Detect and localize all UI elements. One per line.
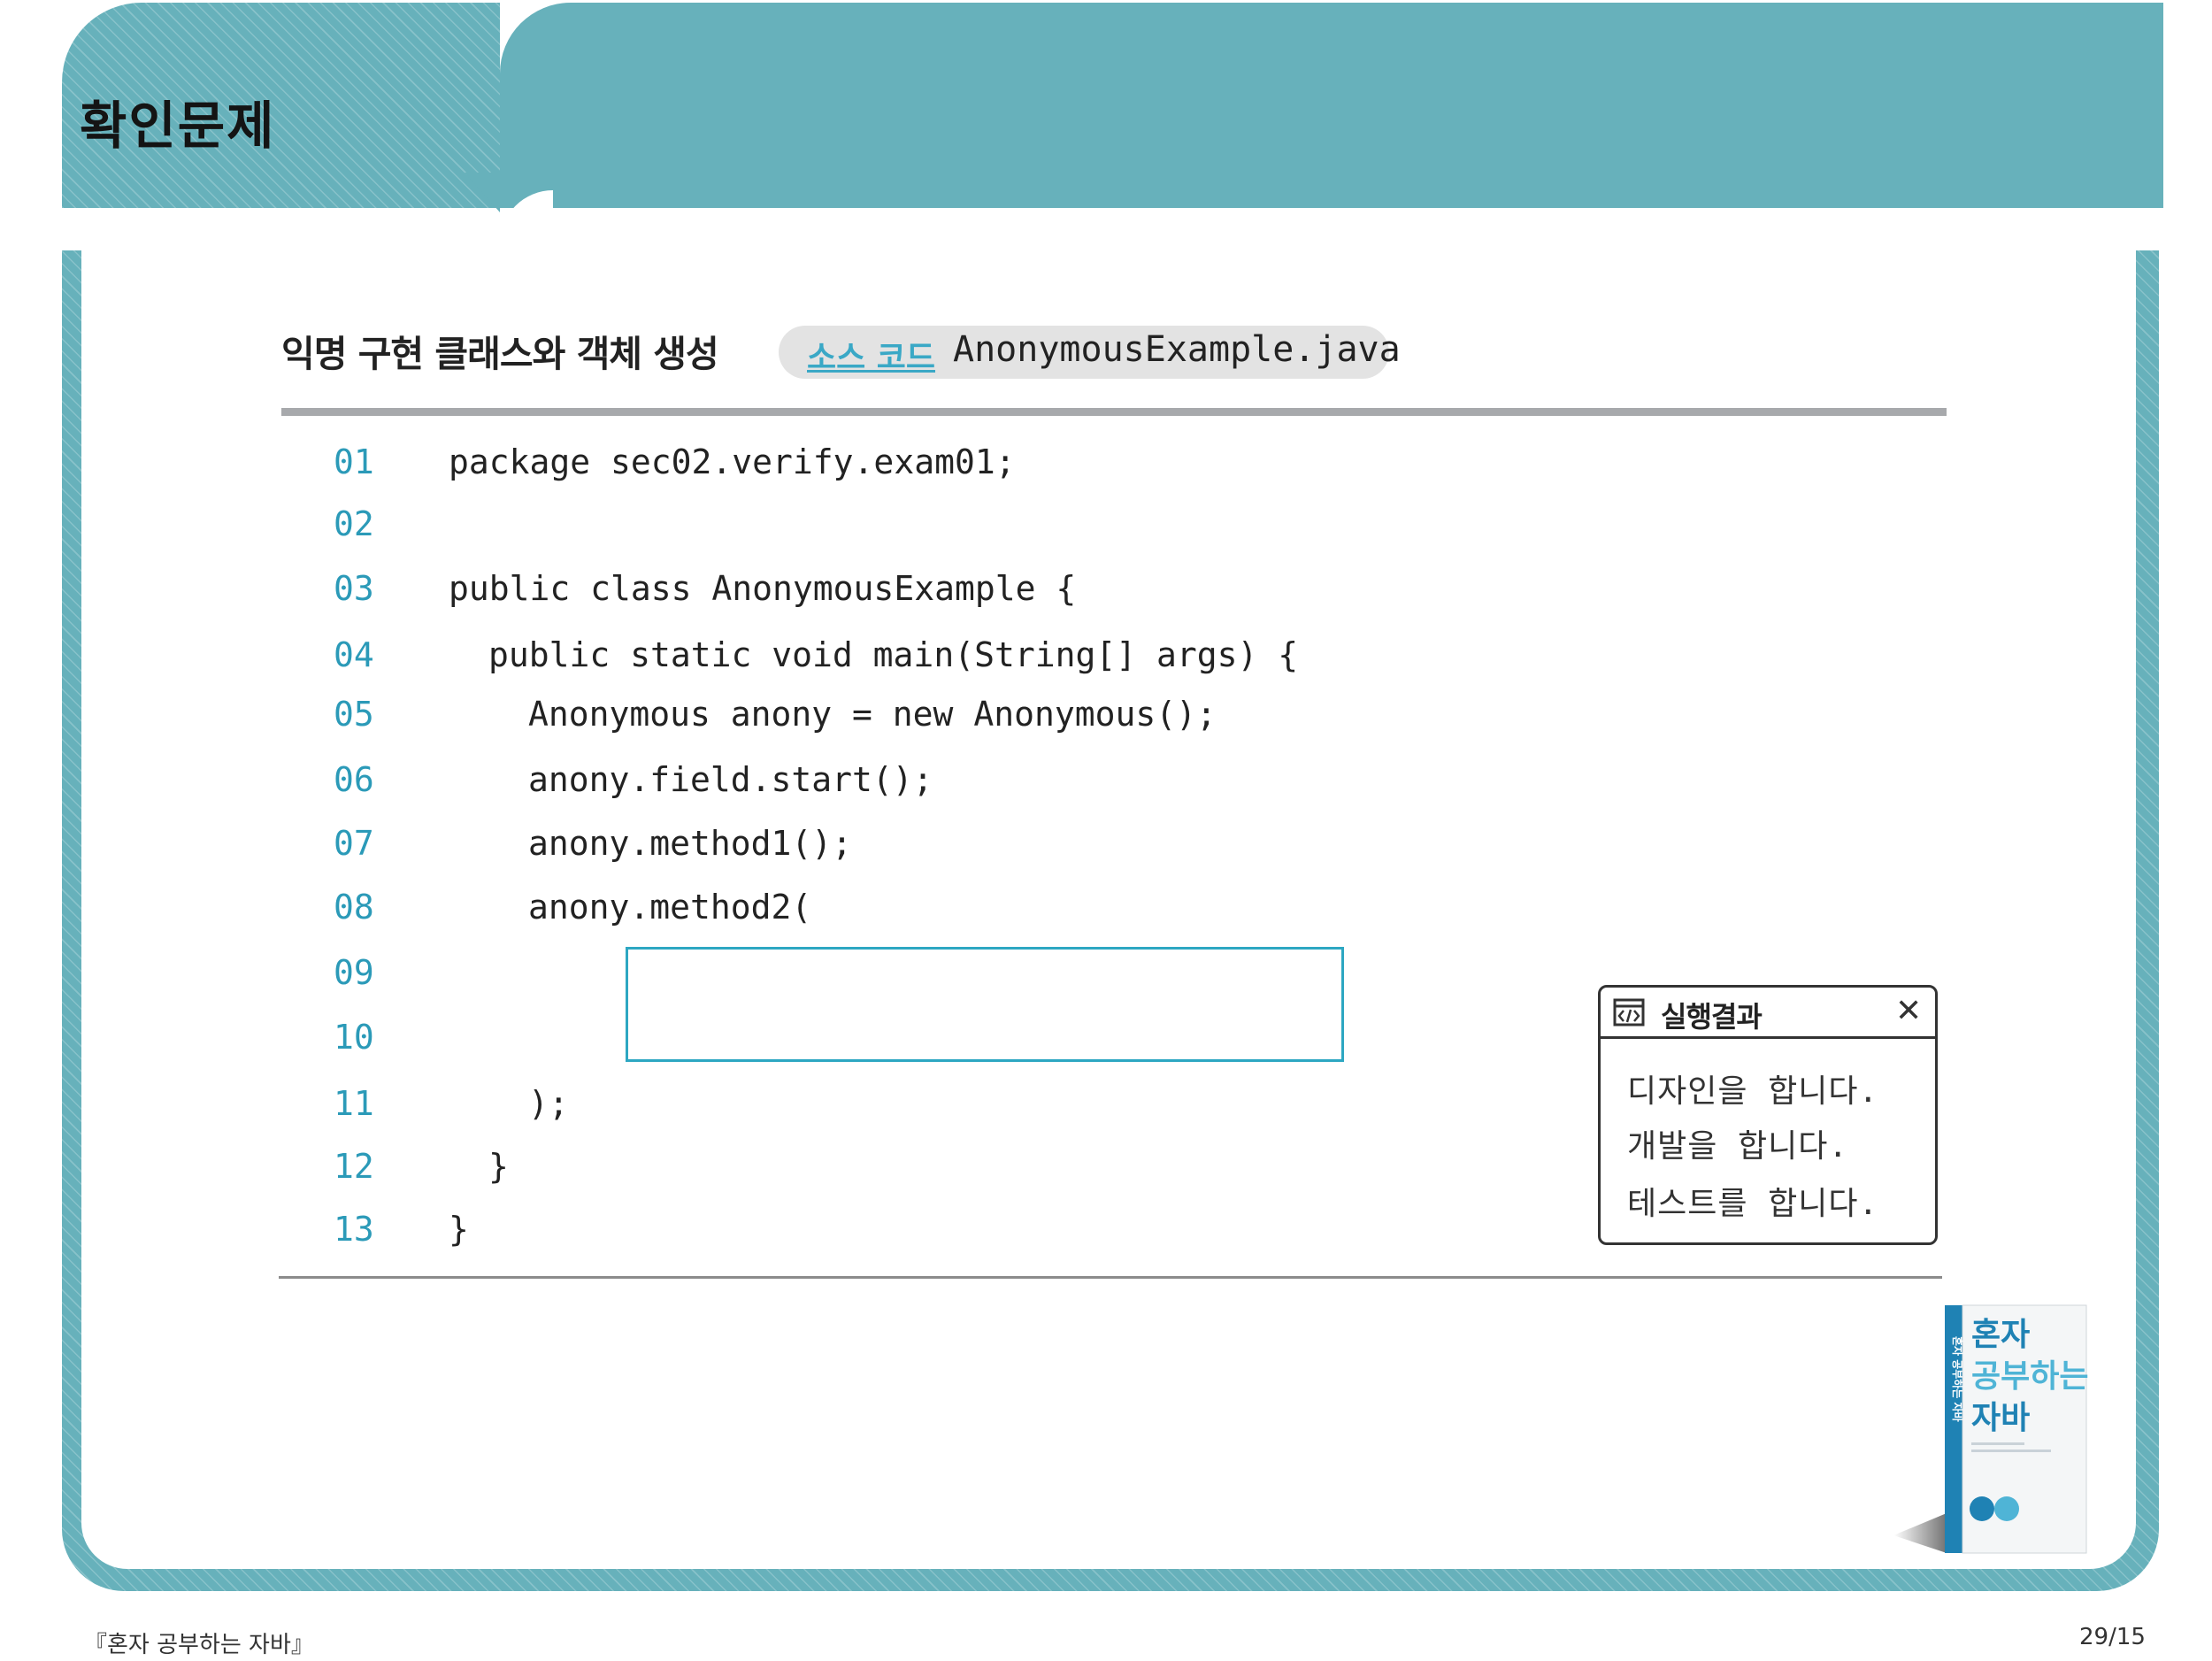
line-number: 03 [334, 569, 374, 608]
code-line: ); [528, 1084, 569, 1123]
result-output-line: 개발을 합니다. [1627, 1128, 1849, 1165]
line-number: 08 [334, 888, 374, 927]
result-output-line: 테스트를 합니다. [1627, 1186, 1879, 1222]
line-number: 01 [334, 442, 374, 481]
result-panel-title: 실행결과 [1661, 1000, 1763, 1034]
line-number: 06 [334, 760, 374, 799]
line-number: 07 [334, 824, 374, 863]
book-title-line: 자바 [1971, 1400, 2030, 1436]
book-title-line: 공부하는 [1971, 1358, 2088, 1395]
line-number: 05 [334, 695, 374, 734]
source-code-label: 소스 코드 [807, 340, 936, 376]
answer-blank-box [626, 947, 1344, 1062]
code-bottom-rule [279, 1276, 1942, 1279]
book-title-line: 혼자 [1971, 1317, 2030, 1353]
line-number: 13 [334, 1210, 374, 1249]
page-number: 29/15 [2079, 1624, 2146, 1650]
code-line: public class AnonymousExample { [449, 569, 1077, 608]
line-number: 09 [334, 953, 374, 992]
result-panel: 실행결과 ✕ 디자인을 합니다. 개발을 합니다. 테스트를 합니다. [1598, 985, 1938, 1245]
close-icon[interactable]: ✕ [1895, 993, 1922, 1029]
result-output-line: 디자인을 합니다. [1627, 1073, 1879, 1110]
code-top-rule [281, 408, 1947, 416]
code-line: anony.field.start(); [528, 760, 933, 799]
book-spine-text: 혼자 공부하는 자바 [1951, 1336, 1964, 1422]
page-title: 확인문제 [80, 96, 276, 156]
code-line: public static void main(String[] args) { [488, 635, 1299, 674]
line-number: 10 [334, 1018, 374, 1057]
result-panel-header: 실행결과 ✕ [1601, 988, 1935, 1039]
code-line: package sec02.verify.exam01; [449, 442, 1016, 481]
source-filename: AnonymousExample.java [953, 329, 1401, 370]
example-title: 익명 구현 클래스와 객체 생성 [281, 333, 719, 375]
code-console-icon [1613, 998, 1645, 1030]
book-cover-image: 혼자 공부하는 자바 혼자 공부하는 자바 [1893, 1301, 2106, 1561]
line-number: 12 [334, 1147, 374, 1186]
header-bar [500, 3, 2163, 208]
footer-book-title: 『혼자 공부하는 자바』 [84, 1632, 314, 1658]
code-line: anony.method2( [528, 888, 812, 927]
code-line: Anonymous anony = new Anonymous(); [528, 695, 1217, 734]
line-number: 02 [334, 504, 374, 543]
code-line: } [488, 1147, 509, 1186]
line-number: 11 [334, 1084, 374, 1123]
code-line: } [449, 1210, 469, 1249]
code-line: anony.method1(); [528, 824, 853, 863]
line-number: 04 [334, 635, 374, 674]
